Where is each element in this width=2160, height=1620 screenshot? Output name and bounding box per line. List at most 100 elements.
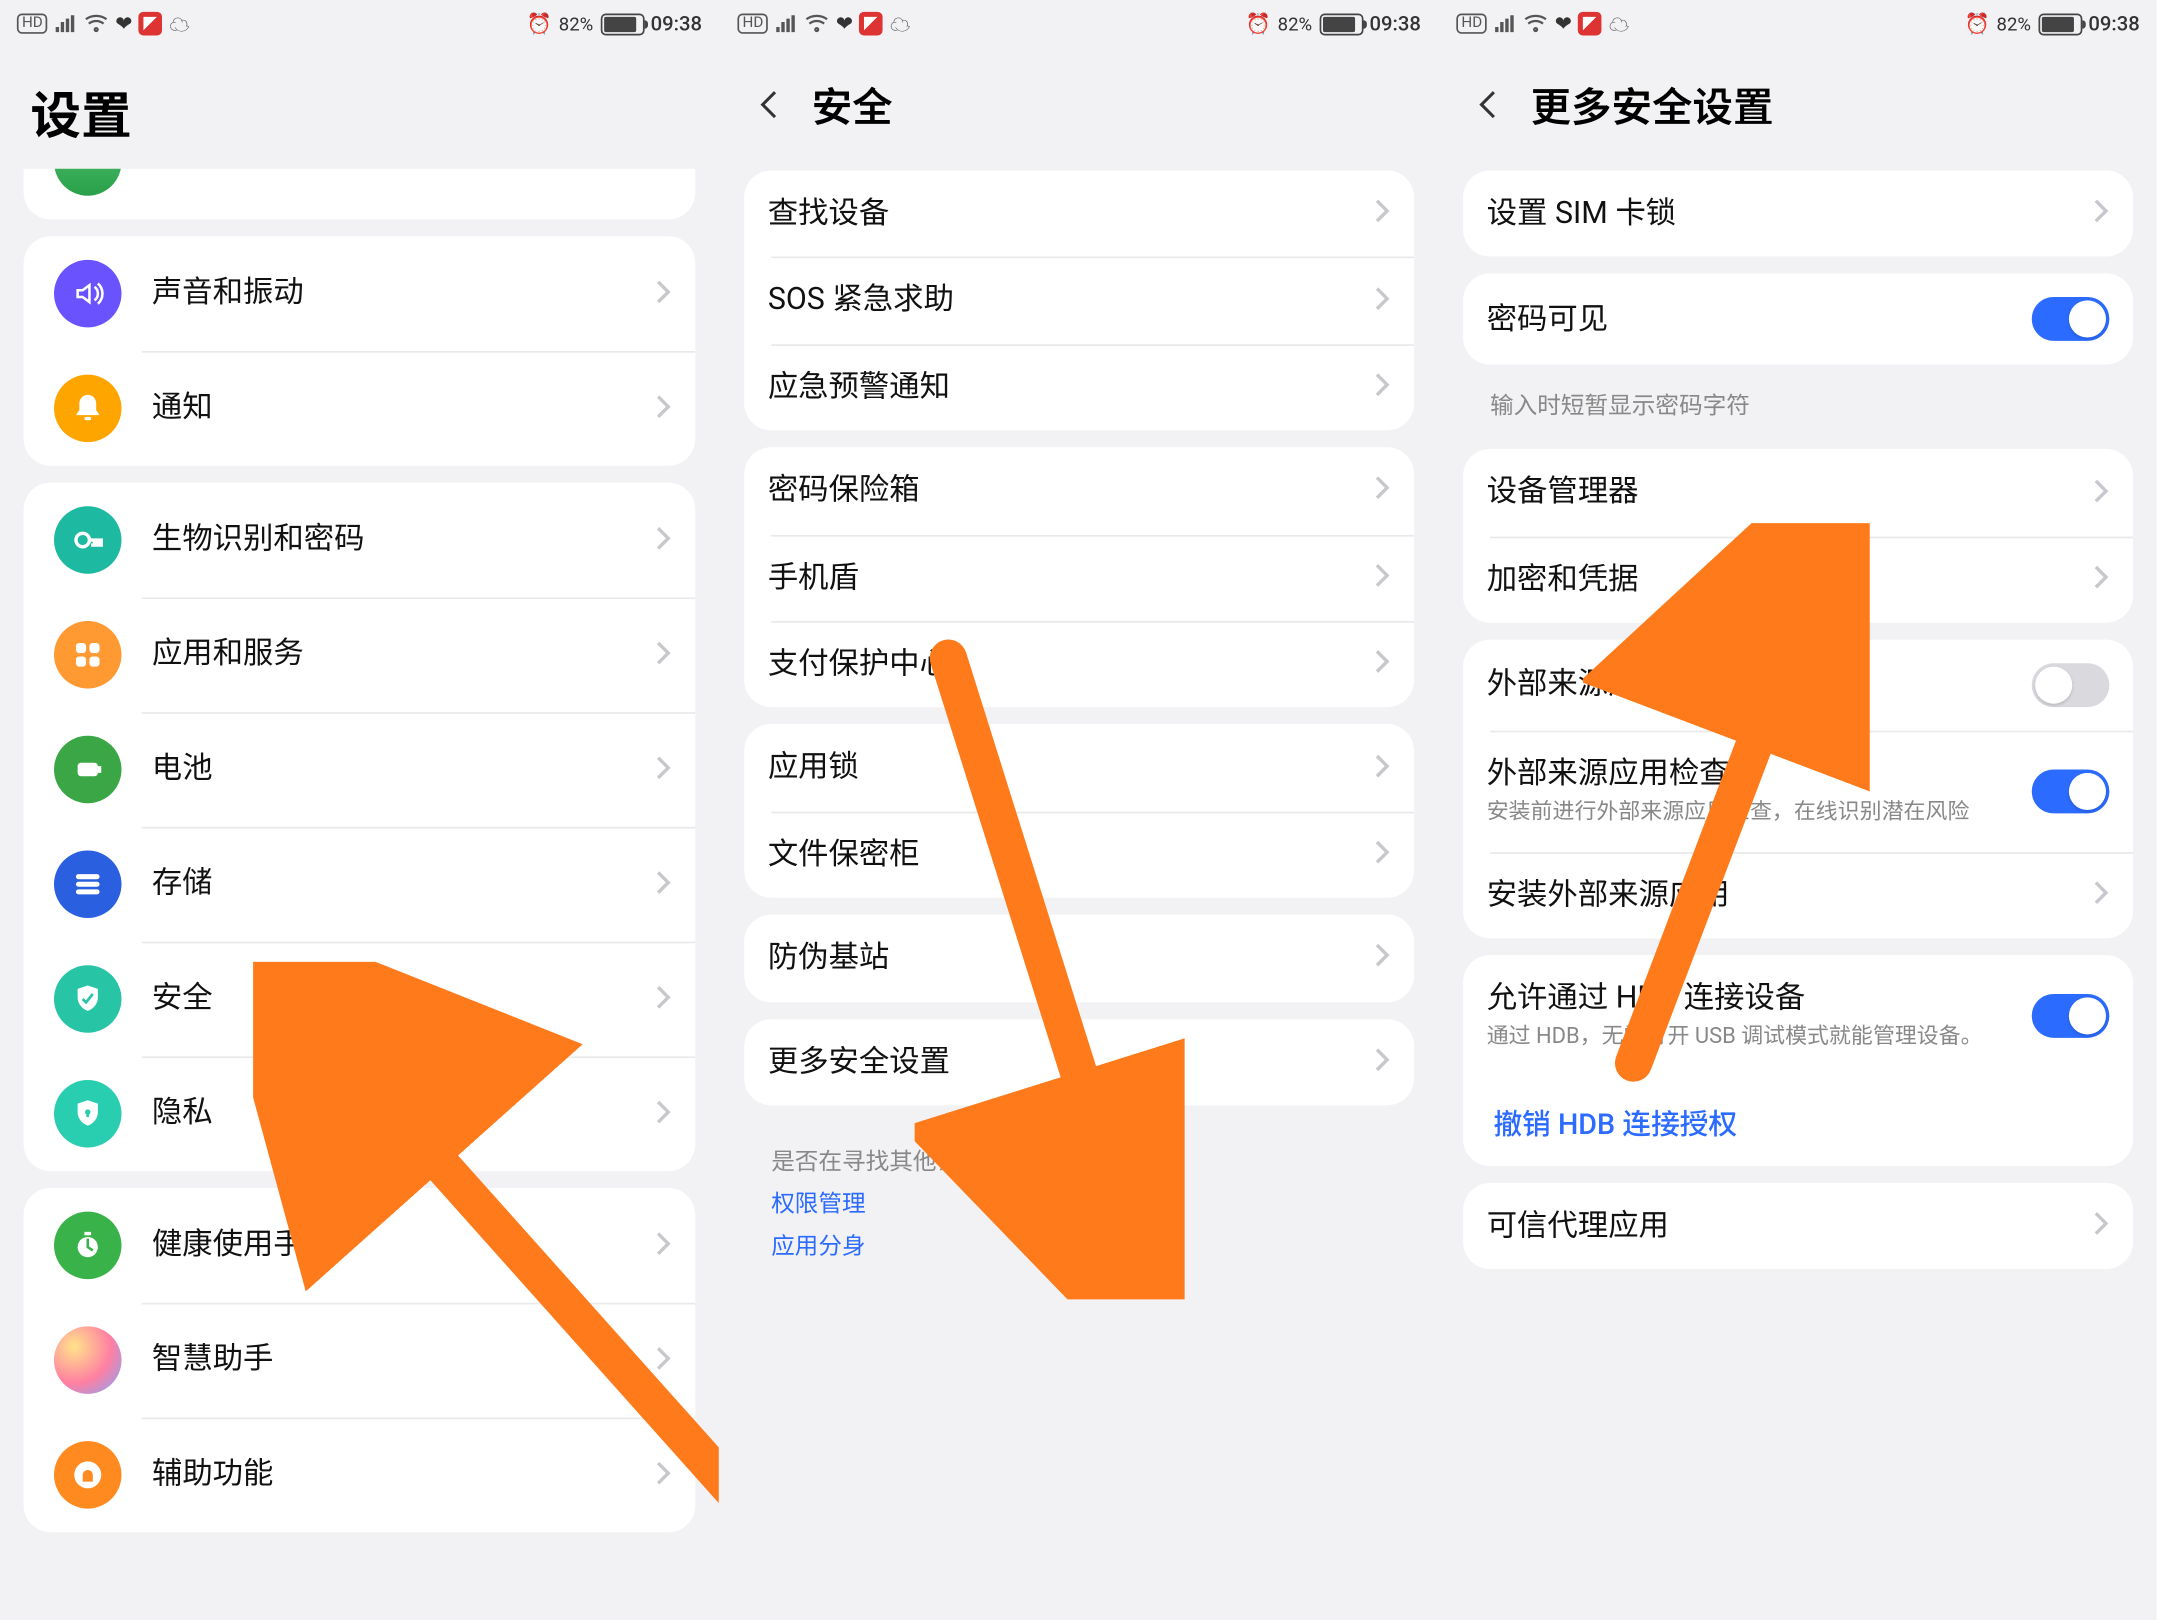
- chevron-right-icon: [2093, 477, 2110, 509]
- toggle-hdb[interactable]: [2032, 994, 2110, 1038]
- screen-security: HD ❤ ☁ ⏰ 82% 09:38 安全 查找设备 SOS 紧急求助 应: [719, 0, 1438, 1620]
- status-bar: HD ❤ ☁ ⏰ 82% 09:38: [1439, 0, 2156, 47]
- group-sound-notify: 声音和振动 通知: [24, 236, 696, 466]
- row-sim-lock[interactable]: 设置 SIM 卡锁: [1463, 170, 2133, 257]
- toggle-ext-check[interactable]: [2032, 769, 2110, 813]
- screen-more-security: HD ❤ ☁ ⏰ 82% 09:38 更多安全设置 设置 SIM 卡锁: [1438, 0, 2157, 1620]
- chevron-right-icon: [2093, 564, 2110, 596]
- titlebar: 更多安全设置: [1439, 47, 2156, 153]
- group-vault: 密码保险箱 手机盾 支付保护中心: [744, 447, 1414, 707]
- group-wellbeing: 健康使用手机 智慧助手 辅助功能: [24, 1188, 696, 1532]
- battery-percent: 82%: [559, 13, 593, 35]
- label: 手机盾: [768, 558, 1360, 597]
- heart-icon: ❤: [115, 12, 132, 36]
- battery-icon: [2038, 13, 2082, 35]
- chevron-right-icon: [1374, 752, 1391, 784]
- chevron-right-icon: [655, 392, 672, 424]
- status-bar: HD ❤ ☁ ⏰ 82% 09:38: [721, 0, 1438, 47]
- label: 辅助功能: [152, 1455, 641, 1494]
- battery-setting-icon: [54, 736, 122, 804]
- chevron-right-icon: [1374, 648, 1391, 680]
- row-hdb-allow[interactable]: 允许通过 HDB 连接设备通过 HDB，无需打开 USB 调试模式就能管理设备。: [1463, 955, 2133, 1076]
- page-title: 更多安全设置: [1531, 74, 1774, 133]
- row-sos[interactable]: SOS 紧急求助: [744, 257, 1414, 344]
- row-trusted-agents[interactable]: 可信代理应用: [1463, 1182, 2133, 1269]
- key-icon: [54, 506, 122, 574]
- chevron-right-icon: [2093, 198, 2110, 230]
- row-install-external[interactable]: 安装外部来源应用: [1463, 852, 2133, 939]
- row-emergency-alert[interactable]: 应急预警通知: [744, 344, 1414, 431]
- label: 加密和凭据: [1487, 560, 2079, 599]
- label: 智慧助手: [152, 1340, 641, 1379]
- row-sound-vibration[interactable]: 声音和振动: [24, 236, 696, 351]
- row-security[interactable]: 安全: [24, 942, 696, 1057]
- page-title: 安全: [812, 74, 893, 133]
- alarm-icon: ⏰: [1246, 12, 1271, 36]
- row-apps-services[interactable]: 应用和服务: [24, 597, 696, 712]
- row-more-security-settings[interactable]: 更多安全设置: [744, 1018, 1414, 1105]
- label: 应急预警通知: [768, 368, 1360, 407]
- row-accessibility[interactable]: 辅助功能: [24, 1418, 696, 1533]
- row-battery[interactable]: 电池: [24, 712, 696, 827]
- sound-icon: [54, 260, 122, 328]
- link-permission-mgmt[interactable]: 权限管理: [771, 1185, 1387, 1228]
- label: 安装外部来源应用: [1487, 875, 2079, 914]
- status-bar: HD ❤ ☁ ⏰ 82% 09:38: [0, 0, 719, 47]
- row-biometrics-password[interactable]: 生物识别和密码: [24, 483, 696, 598]
- label: 存储: [152, 865, 641, 904]
- label: 密码保险箱: [768, 471, 1360, 510]
- row-ext-check[interactable]: 外部来源应用检查安装前进行外部来源应用检查，在线识别潜在风险: [1463, 731, 2133, 852]
- shield-icon: [54, 965, 122, 1033]
- back-button[interactable]: [751, 85, 788, 122]
- label: 声音和振动: [152, 274, 641, 313]
- row-find-device[interactable]: 查找设备: [744, 170, 1414, 257]
- row-smart-assistant[interactable]: 智慧助手: [24, 1303, 696, 1418]
- row-app-lock[interactable]: 应用锁: [744, 725, 1414, 812]
- chevron-right-icon: [655, 524, 672, 556]
- row-payment-protect[interactable]: 支付保护中心: [744, 621, 1414, 708]
- chevron-right-icon: [1374, 942, 1391, 974]
- group-admin-creds: 设备管理器 加密和凭据: [1463, 450, 2133, 623]
- link-app-twin[interactable]: 应用分身: [771, 1227, 1387, 1270]
- row-privacy[interactable]: 隐私: [24, 1056, 696, 1171]
- toggle-password-visible[interactable]: [2032, 298, 2110, 342]
- battery-percent: 82%: [1278, 13, 1312, 35]
- row-password-vault[interactable]: 密码保险箱: [744, 447, 1414, 534]
- chevron-right-icon: [655, 753, 672, 785]
- link-revoke-hdb[interactable]: 撤销 HDB 连接授权: [1463, 1076, 2133, 1165]
- chevron-right-icon: [1374, 475, 1391, 507]
- battery-icon: [1319, 13, 1363, 35]
- privacy-icon: [54, 1080, 122, 1148]
- group-external-sources: 外部来源应用下载 外部来源应用检查安装前进行外部来源应用检查，在线识别潜在风险 …: [1463, 640, 2133, 939]
- label: 外部来源应用下载: [1487, 666, 2019, 705]
- back-button[interactable]: [1470, 85, 1507, 122]
- heart-icon: ❤: [836, 12, 853, 36]
- label: 应用锁: [768, 748, 1360, 787]
- row-phone-shield[interactable]: 手机盾: [744, 534, 1414, 621]
- group-trusted-agents: 可信代理应用: [1463, 1182, 2133, 1269]
- group-pwd-visible: 密码可见: [1463, 274, 2133, 365]
- clock: 09:38: [1369, 12, 1420, 36]
- chevron-right-icon: [655, 278, 672, 310]
- row-notifications[interactable]: 通知: [24, 351, 696, 466]
- label: 设备管理器: [1487, 473, 2079, 512]
- row-fake-base-station[interactable]: 防伪基站: [744, 915, 1414, 1002]
- signal-4g-icon: [1494, 14, 1518, 34]
- toggle-ext-download[interactable]: [2032, 663, 2110, 707]
- chevron-right-icon: [2093, 1210, 2110, 1242]
- row-password-visible[interactable]: 密码可见: [1463, 274, 2133, 365]
- wifi-icon: [805, 14, 829, 34]
- row-digital-wellbeing[interactable]: 健康使用手机: [24, 1188, 696, 1303]
- row-device-admin[interactable]: 设备管理器: [1463, 450, 2133, 537]
- label: 电池: [152, 750, 641, 789]
- red-app-icon: [860, 12, 884, 36]
- description: 安装前进行外部来源应用检查，在线识别潜在风险: [1487, 797, 2019, 828]
- row-ext-download[interactable]: 外部来源应用下载: [1463, 640, 2133, 731]
- chevron-right-icon: [655, 1459, 672, 1491]
- row-encrypt-credentials[interactable]: 加密和凭据: [1463, 536, 2133, 623]
- row-file-safe[interactable]: 文件保密柜: [744, 811, 1414, 898]
- footer-search-hint: 是否在寻找其他设置项? 权限管理 应用分身: [734, 1122, 1424, 1300]
- row-storage[interactable]: 存储: [24, 827, 696, 942]
- label: 允许通过 HDB 连接设备: [1487, 979, 2019, 1018]
- chevron-right-icon: [655, 983, 672, 1015]
